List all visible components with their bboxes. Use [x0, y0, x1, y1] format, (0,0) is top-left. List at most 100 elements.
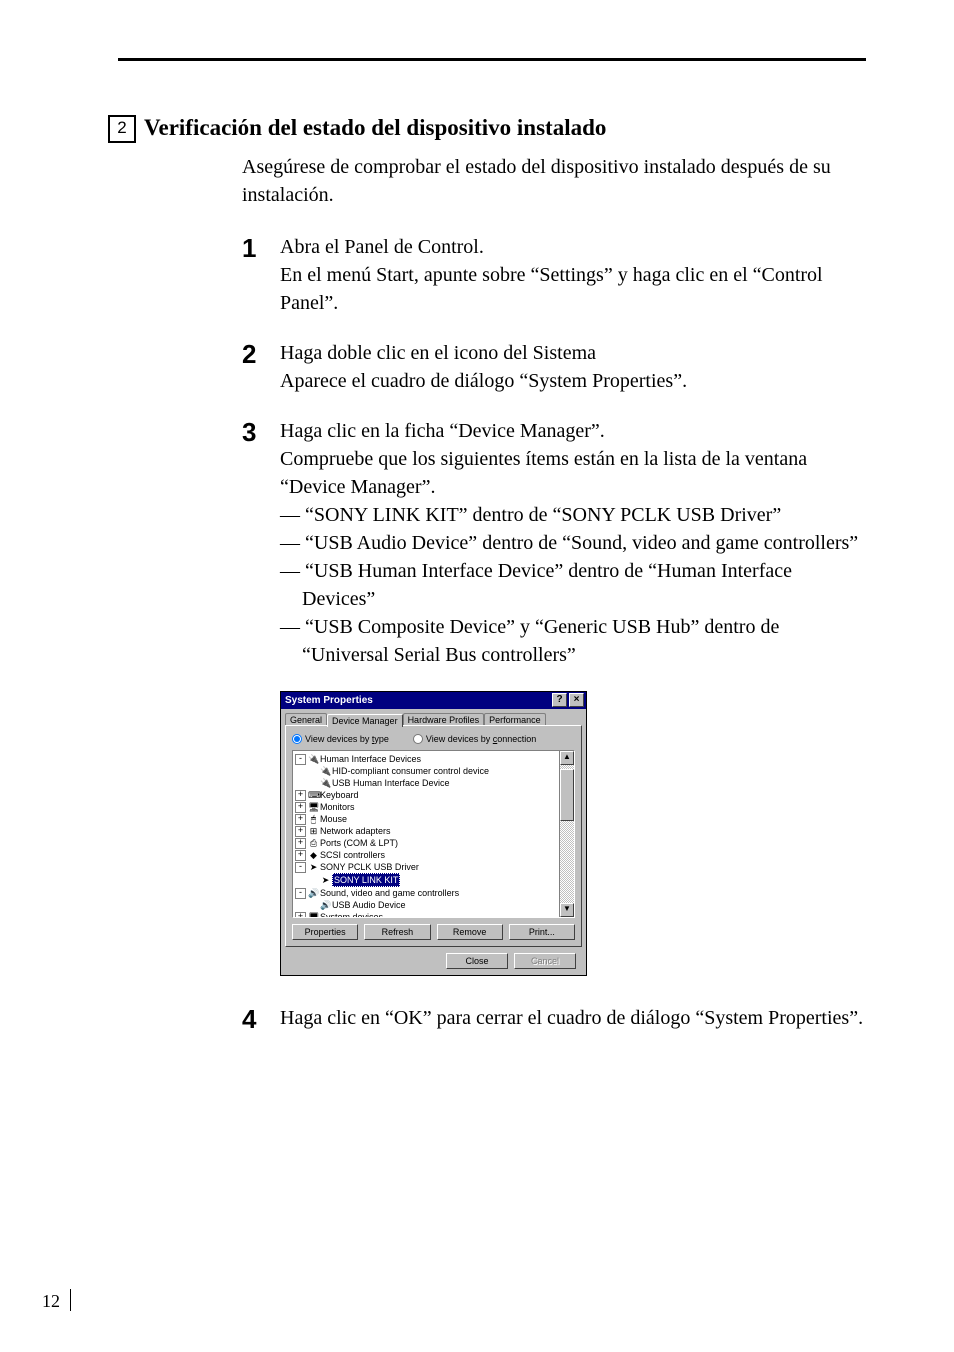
monitor-icon: 🖥: [308, 801, 319, 813]
tree-item[interactable]: Human Interface Devices: [320, 753, 421, 765]
tree-item[interactable]: Ports (COM & LPT): [320, 837, 398, 849]
close-button[interactable]: ×: [569, 693, 584, 707]
tree-expand-icon[interactable]: +: [295, 802, 306, 813]
system-icon: 🖥: [308, 911, 319, 917]
close-dialog-button[interactable]: Close: [446, 953, 508, 969]
ports-icon: ⎙: [308, 837, 319, 849]
step-body: Haga clic en “OK” para cerrar el cuadro …: [280, 1004, 866, 1032]
step-1: 1 Abra el Panel de Control. En el menú S…: [242, 233, 866, 317]
step-bullet: — “USB Audio Device” dentro de “Sound, v…: [280, 529, 866, 557]
system-properties-dialog: System Properties ? × General Device Man…: [280, 691, 587, 976]
step-number: 4: [242, 1006, 262, 1032]
tree-collapse-icon[interactable]: -: [295, 862, 306, 873]
step-number: 1: [242, 235, 262, 317]
help-button[interactable]: ?: [552, 693, 567, 707]
dialog-footer: Close Cancel: [285, 947, 582, 969]
step-4: 4 Haga clic en “OK” para cerrar el cuadr…: [242, 1004, 866, 1032]
mouse-icon: 🖱: [308, 813, 319, 825]
tree-expand-icon[interactable]: +: [295, 912, 306, 918]
tree-item[interactable]: Keyboard: [320, 789, 359, 801]
step-body: Abra el Panel de Control. En el menú Sta…: [280, 233, 866, 317]
tree-collapse-icon[interactable]: -: [295, 754, 306, 765]
driver-icon: ➤: [320, 874, 331, 886]
step-line: Haga clic en la ficha “Device Manager”.: [280, 417, 866, 445]
intro-text: Asegúrese de comprobar el estado del dis…: [242, 153, 866, 209]
top-rule: [118, 58, 866, 61]
scroll-up-icon[interactable]: ▲: [560, 751, 574, 765]
radio-label-part: View devices by: [305, 734, 372, 744]
cancel-button: Cancel: [514, 953, 576, 969]
tree-expand-icon[interactable]: +: [295, 790, 306, 801]
radio-by-type[interactable]: View devices by type: [292, 734, 389, 744]
step-2: 2 Haga doble clic en el icono del Sistem…: [242, 339, 866, 395]
refresh-button[interactable]: Refresh: [364, 924, 430, 940]
tree-item[interactable]: USB Human Interface Device: [332, 777, 450, 789]
step-bullet: — “USB Human Interface Device” dentro de…: [280, 557, 866, 613]
device-icon: 🔌: [308, 753, 319, 765]
step-line: Haga doble clic en el icono del Sistema: [280, 339, 866, 367]
step-number: 2: [242, 341, 262, 395]
tree-expand-icon[interactable]: +: [295, 826, 306, 837]
scroll-thumb[interactable]: [560, 769, 574, 821]
network-icon: ⊞: [308, 825, 319, 837]
sound-icon: 🔊: [320, 899, 331, 911]
section-title: Verificación del estado del dispositivo …: [144, 115, 606, 141]
tree-item[interactable]: System devices: [320, 911, 383, 917]
step-body: Haga clic en la ficha “Device Manager”. …: [280, 417, 866, 669]
radio-by-connection[interactable]: View devices by connection: [413, 734, 536, 744]
page-number-value: 12: [42, 1291, 60, 1311]
tree-item-selected[interactable]: SONY LINK KIT: [332, 873, 400, 887]
tab-device-manager[interactable]: Device Manager: [327, 714, 403, 727]
step-line: Compruebe que los siguientes ítems están…: [280, 445, 866, 501]
driver-icon: ➤: [308, 861, 319, 873]
dialog-body: General Device Manager Hardware Profiles…: [281, 709, 586, 975]
scsi-icon: ◆: [308, 849, 319, 861]
device-icon: 🔌: [320, 777, 331, 789]
dialog-action-buttons: Properties Refresh Remove Print...: [292, 924, 575, 940]
tree-item[interactable]: SCSI controllers: [320, 849, 385, 861]
device-icon: 🔌: [320, 765, 331, 777]
step-line: Aparece el cuadro de diálogo “System Pro…: [280, 367, 866, 395]
dialog-panel: View devices by type View devices by con…: [285, 725, 582, 947]
step-line: Abra el Panel de Control.: [280, 233, 866, 261]
scroll-down-icon[interactable]: ▼: [560, 903, 574, 917]
radio-label-part: ype: [374, 734, 389, 744]
tree-item[interactable]: Network adapters: [320, 825, 391, 837]
tree-item[interactable]: HID-compliant consumer control device: [332, 765, 489, 777]
dialog-tabs: General Device Manager Hardware Profiles…: [285, 712, 582, 725]
dialog-titlebar: System Properties ? ×: [281, 692, 586, 709]
sound-icon: 🔊: [308, 887, 319, 899]
section-heading: 2 Verificación del estado del dispositiv…: [108, 115, 866, 145]
view-mode-radios: View devices by type View devices by con…: [292, 734, 575, 744]
scrollbar[interactable]: ▲ ▼: [559, 751, 574, 917]
step-body: Haga doble clic en el icono del Sistema …: [280, 339, 866, 395]
device-tree[interactable]: -🔌Human Interface Devices 🔌HID-compliant…: [293, 751, 559, 917]
page: 2 Verificación del estado del dispositiv…: [0, 0, 954, 1352]
page-number: 12: [42, 1289, 71, 1312]
step-line: Haga clic en “OK” para cerrar el cuadro …: [280, 1004, 866, 1032]
radio-label-part: onnection: [497, 734, 536, 744]
remove-button[interactable]: Remove: [437, 924, 503, 940]
print-button[interactable]: Print...: [509, 924, 575, 940]
step-3: 3 Haga clic en la ficha “Device Manager”…: [242, 417, 866, 669]
radio-by-connection-input[interactable]: [413, 734, 423, 744]
step-line: En el menú Start, apunte sobre “Settings…: [280, 261, 866, 317]
tree-item[interactable]: Mouse: [320, 813, 347, 825]
step-number: 3: [242, 419, 262, 669]
tree-expand-icon[interactable]: +: [295, 850, 306, 861]
tree-item[interactable]: SONY PCLK USB Driver: [320, 861, 419, 873]
device-tree-container: -🔌Human Interface Devices 🔌HID-compliant…: [292, 750, 575, 918]
tree-item[interactable]: USB Audio Device: [332, 899, 406, 911]
radio-label-part: View devices by: [426, 734, 493, 744]
dialog-title: System Properties: [285, 695, 373, 706]
keyboard-icon: ⌨: [308, 789, 319, 801]
radio-by-type-input[interactable]: [292, 734, 302, 744]
tree-collapse-icon[interactable]: -: [295, 888, 306, 899]
step-bullet: — “USB Composite Device” y “Generic USB …: [280, 613, 866, 669]
tree-expand-icon[interactable]: +: [295, 838, 306, 849]
tree-item[interactable]: Monitors: [320, 801, 355, 813]
tree-expand-icon[interactable]: +: [295, 814, 306, 825]
properties-button[interactable]: Properties: [292, 924, 358, 940]
tree-item[interactable]: Sound, video and game controllers: [320, 887, 459, 899]
step-bullet: — “SONY LINK KIT” dentro de “SONY PCLK U…: [280, 501, 866, 529]
